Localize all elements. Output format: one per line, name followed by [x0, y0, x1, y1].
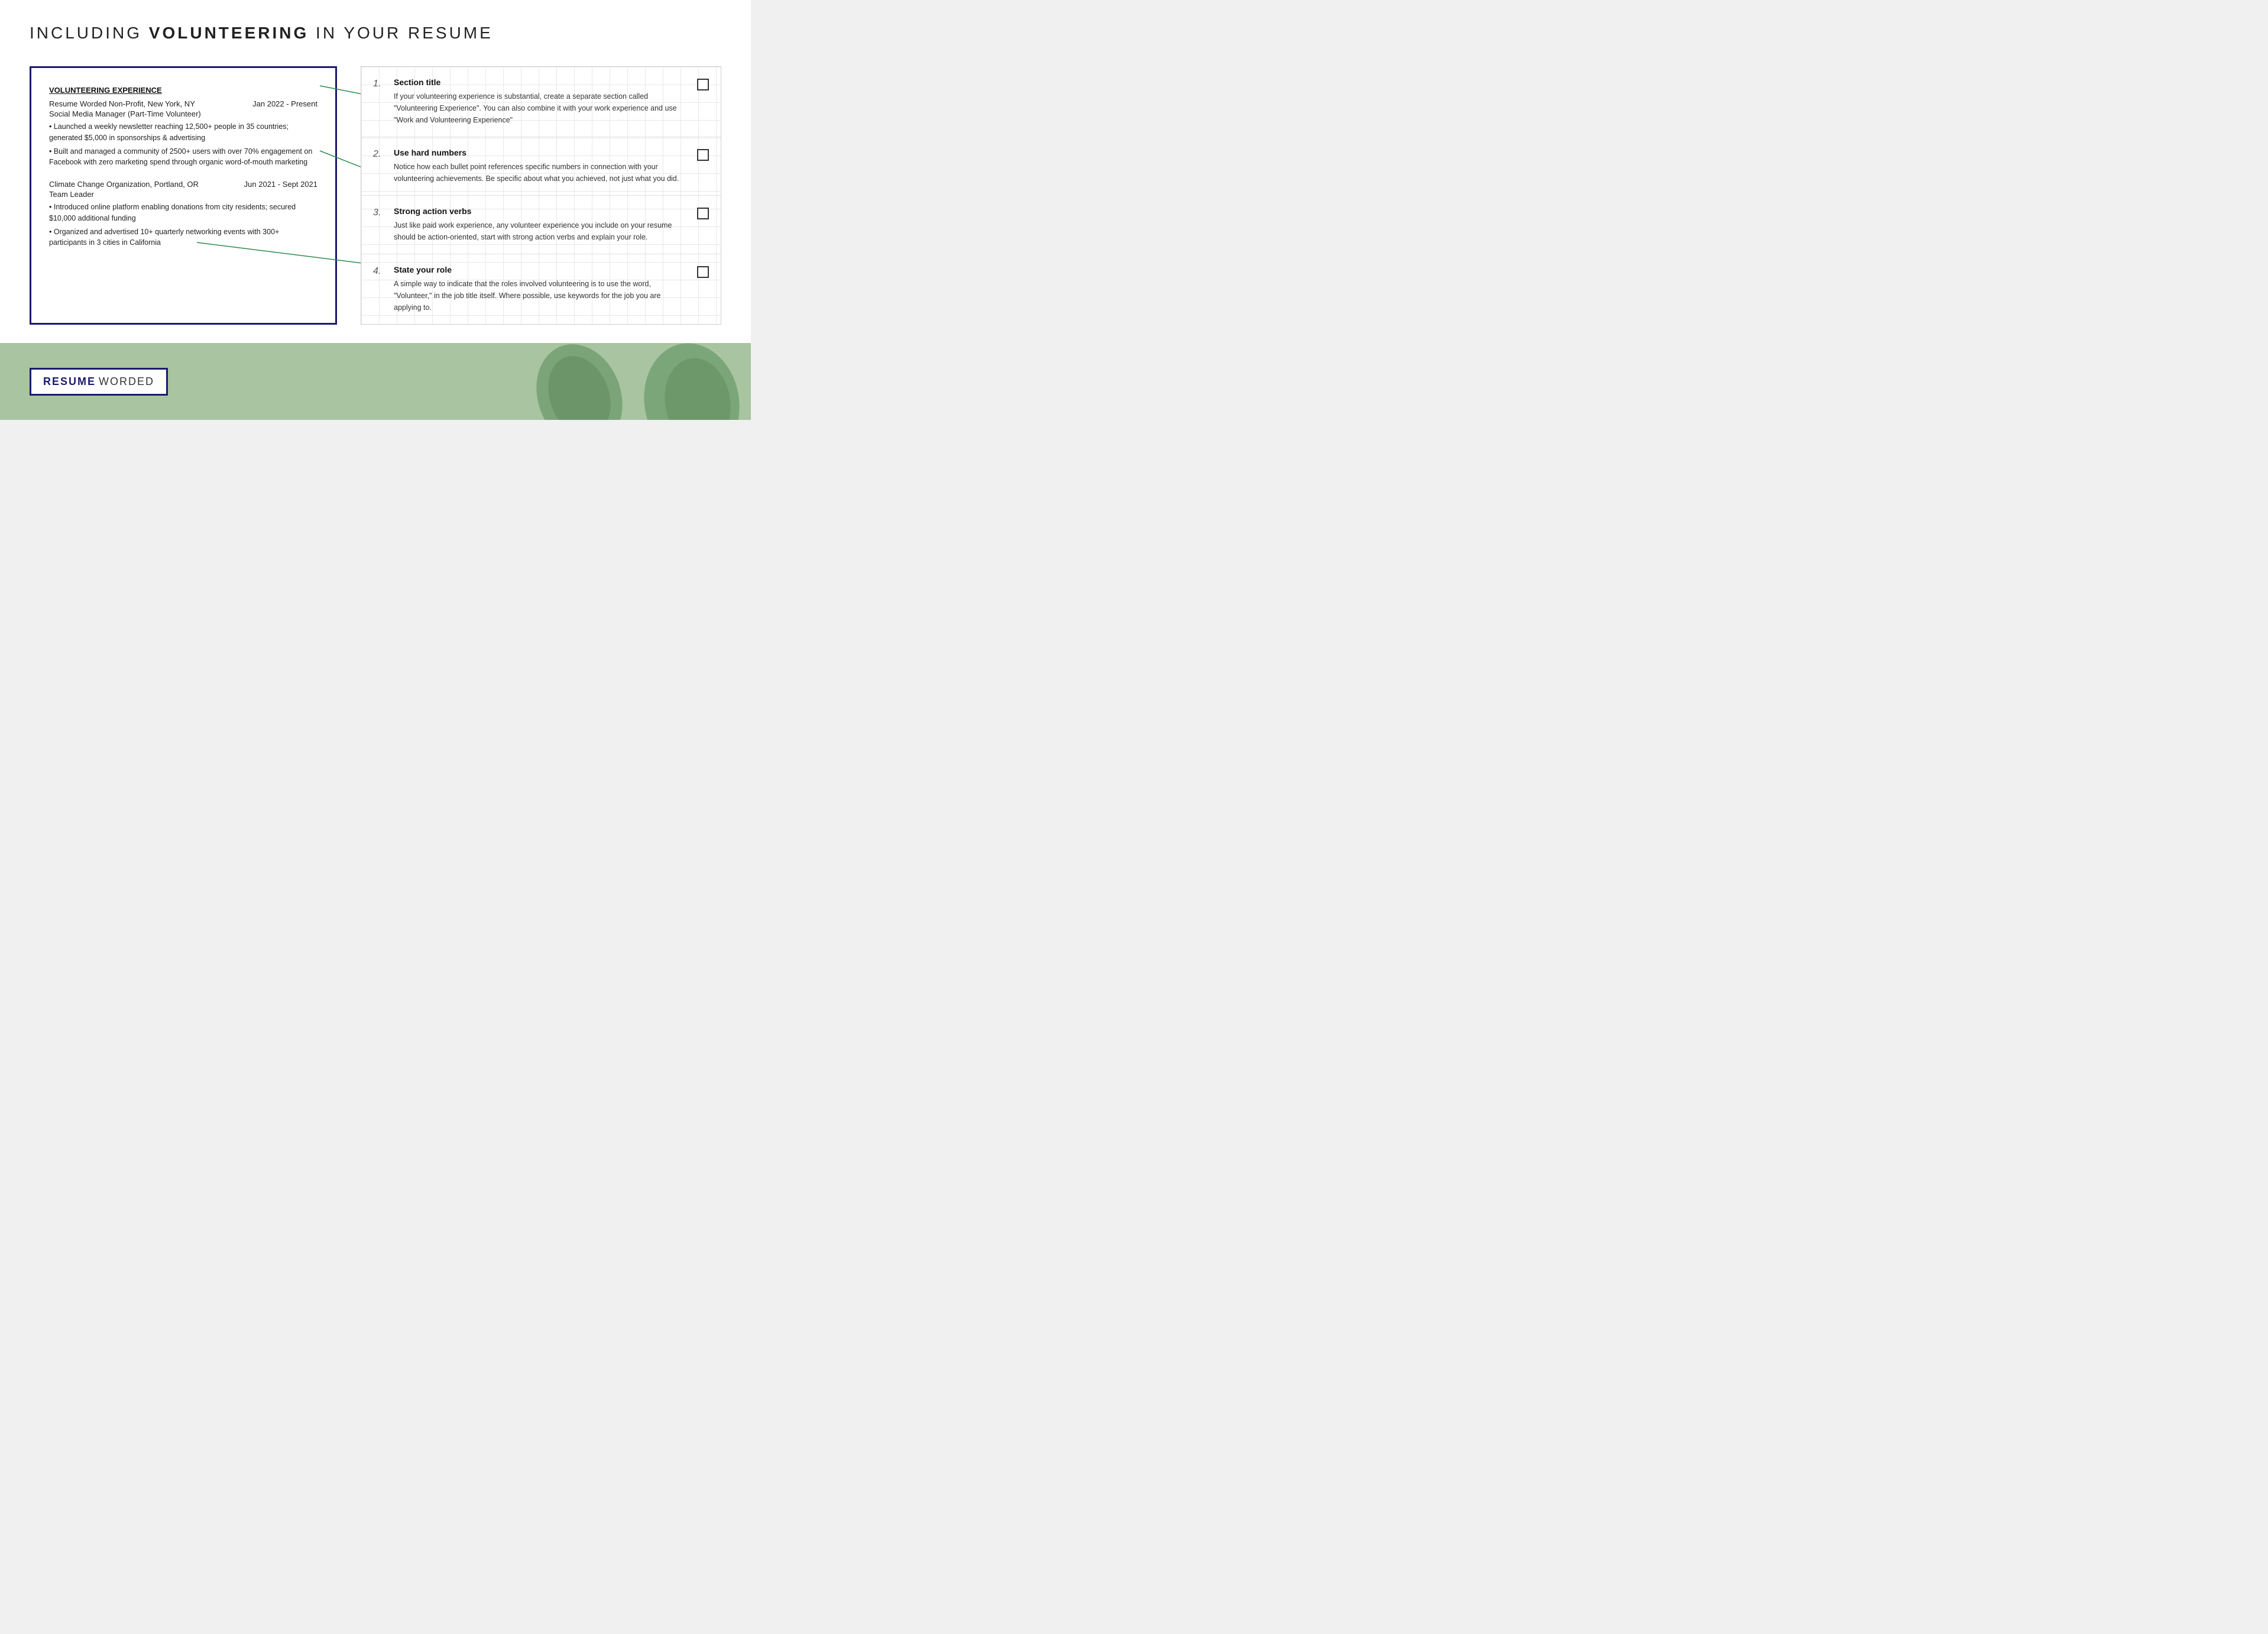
- resume-entry-2-role: Team Leader: [49, 190, 317, 199]
- main-content: INCLUDING VOLUNTEERING IN YOUR RESUME VO…: [0, 0, 751, 343]
- resume-entry-1-header: Resume Worded Non-Profit, New York, NY J…: [49, 99, 317, 108]
- resume-section-title: VOLUNTEERING EXPERIENCE: [49, 86, 317, 95]
- tip-row-3: 3. Strong action verbs Just like paid wo…: [361, 196, 721, 254]
- resume-entry-1: Resume Worded Non-Profit, New York, NY J…: [49, 99, 317, 168]
- tip-3-description: Just like paid work experience, any volu…: [394, 219, 688, 243]
- footer-section: RESUME WORDED: [0, 343, 751, 420]
- tip-1-checkbox[interactable]: [697, 79, 709, 90]
- resume-entry-2-header: Climate Change Organization, Portland, O…: [49, 180, 317, 189]
- resume-entry-1-bullet2: • Built and managed a community of 2500+…: [49, 146, 317, 169]
- tip-2-description: Notice how each bullet point references …: [394, 161, 688, 185]
- resume-entry-1-date: Jan 2022 - Present: [252, 99, 317, 108]
- tip-row-4: 4. State your role A simple way to indic…: [361, 254, 721, 324]
- tip-1-title: Section title: [394, 77, 688, 87]
- tip-row-1: 1. Section title If your volunteering ex…: [361, 67, 721, 137]
- tip-4-checkbox[interactable]: [697, 266, 709, 278]
- resume-entry-2-org: Climate Change Organization, Portland, O…: [49, 180, 199, 189]
- tip-4-title: State your role: [394, 265, 688, 274]
- resume-entry-1-role: Social Media Manager (Part-Time Voluntee…: [49, 109, 317, 118]
- tip-2-content: Use hard numbers Notice how each bullet …: [394, 148, 688, 185]
- tip-2-number: 2.: [373, 148, 394, 160]
- tip-2-title: Use hard numbers: [394, 148, 688, 157]
- footer-logo: RESUME WORDED: [30, 368, 168, 396]
- resume-entry-2: Climate Change Organization, Portland, O…: [49, 180, 317, 248]
- tip-4-description: A simple way to indicate that the roles …: [394, 278, 688, 313]
- tip-4-number: 4.: [373, 265, 394, 277]
- title-suffix: IN YOUR RESUME: [309, 24, 493, 42]
- resume-entry-1-bullet1: • Launched a weekly newsletter reaching …: [49, 121, 317, 144]
- resume-entry-2-bullet1: • Introduced online platform enabling do…: [49, 202, 317, 224]
- resume-entry-2-date: Jun 2021 - Sept 2021: [244, 180, 317, 189]
- tip-1-number: 1.: [373, 77, 394, 89]
- page-title: INCLUDING VOLUNTEERING IN YOUR RESUME: [30, 24, 721, 43]
- footer-logo-worded: WORDED: [99, 376, 154, 388]
- tip-1-description: If your volunteering experience is subst…: [394, 90, 688, 126]
- tips-panel: 1. Section title If your volunteering ex…: [361, 66, 721, 325]
- title-bold: VOLUNTEERING: [149, 24, 309, 42]
- tip-3-title: Strong action verbs: [394, 206, 688, 216]
- tip-4-content: State your role A simple way to indicate…: [394, 265, 688, 313]
- content-area: VOLUNTEERING EXPERIENCE Resume Worded No…: [30, 66, 721, 325]
- resume-entry-2-bullet2: • Organized and advertised 10+ quarterly…: [49, 227, 317, 249]
- footer-logo-resume: RESUME: [43, 376, 96, 388]
- leaf-decoration-1: [526, 343, 633, 420]
- title-prefix: INCLUDING: [30, 24, 149, 42]
- tip-row-2: 2. Use hard numbers Notice how each bull…: [361, 137, 721, 196]
- leaf-decoration-2: [633, 343, 751, 420]
- tip-3-content: Strong action verbs Just like paid work …: [394, 206, 688, 243]
- tip-2-checkbox[interactable]: [697, 149, 709, 161]
- resume-entry-1-org: Resume Worded Non-Profit, New York, NY: [49, 99, 195, 108]
- tip-3-checkbox[interactable]: [697, 208, 709, 219]
- resume-panel: VOLUNTEERING EXPERIENCE Resume Worded No…: [30, 66, 337, 325]
- tip-1-content: Section title If your volunteering exper…: [394, 77, 688, 126]
- tip-3-number: 3.: [373, 206, 394, 218]
